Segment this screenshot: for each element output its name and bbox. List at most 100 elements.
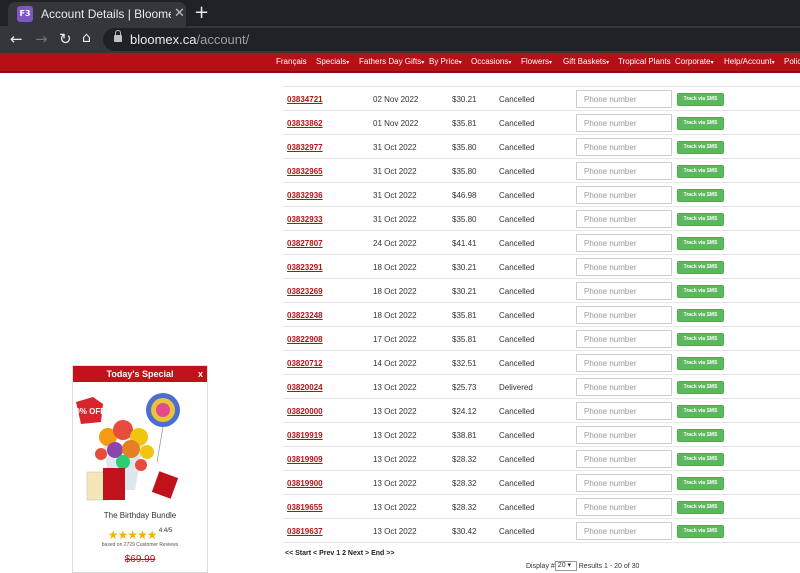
- star-icon: ★★★★★: [107, 528, 158, 542]
- track-via-sms-button[interactable]: Track via SMS: [677, 165, 724, 178]
- order-number-link[interactable]: 03833862: [287, 119, 323, 128]
- phone-number-input[interactable]: Phone number: [576, 354, 672, 372]
- close-icon[interactable]: x: [198, 366, 203, 382]
- table-row: 03819909 13 Oct 2022 $28.32 Cancelled Phone …: [283, 447, 800, 471]
- forward-arrow-icon[interactable]: →: [35, 30, 48, 48]
- new-tab-icon[interactable]: +: [194, 2, 209, 23]
- order-date: 13 Oct 2022: [373, 431, 417, 440]
- track-via-sms-button[interactable]: Track via SMS: [677, 525, 724, 538]
- reload-icon[interactable]: ↻: [59, 30, 72, 48]
- pager-end-link[interactable]: End >>: [371, 550, 394, 557]
- phone-number-input[interactable]: Phone number: [576, 450, 672, 468]
- product-name[interactable]: The Birthday Bundle: [73, 511, 207, 520]
- order-number-link[interactable]: 03827807: [287, 239, 323, 248]
- pager-next-link[interactable]: Next >: [348, 550, 369, 557]
- track-via-sms-button[interactable]: Track via SMS: [677, 429, 724, 442]
- phone-number-input[interactable]: Phone number: [576, 282, 672, 300]
- phone-number-input[interactable]: Phone number: [576, 234, 672, 252]
- order-number-link[interactable]: 03819909: [287, 455, 323, 464]
- phone-number-input[interactable]: Phone number: [576, 186, 672, 204]
- table-row: 03820024 13 Oct 2022 $25.73 Delivered Phone …: [283, 375, 800, 399]
- pager-prev-link[interactable]: < Prev: [313, 550, 334, 557]
- order-status: Cancelled: [499, 191, 535, 200]
- order-status: Cancelled: [499, 455, 535, 464]
- phone-number-input[interactable]: Phone number: [576, 522, 672, 540]
- order-status: Delivered: [499, 383, 533, 392]
- order-number-link[interactable]: 03819655: [287, 503, 323, 512]
- order-number-link[interactable]: 03832933: [287, 215, 323, 224]
- phone-number-input[interactable]: Phone number: [576, 90, 672, 108]
- site-favicon-icon: F3: [17, 6, 33, 22]
- order-amount: $32.51: [452, 359, 477, 368]
- phone-number-input[interactable]: Phone number: [576, 426, 672, 444]
- phone-number-input[interactable]: Phone number: [576, 162, 672, 180]
- track-via-sms-button[interactable]: Track via SMS: [677, 309, 724, 322]
- order-date: 18 Oct 2022: [373, 287, 417, 296]
- phone-number-input[interactable]: Phone number: [576, 114, 672, 132]
- track-via-sms-button[interactable]: Track via SMS: [677, 93, 724, 106]
- track-via-sms-button[interactable]: Track via SMS: [677, 213, 724, 226]
- order-number-link[interactable]: 03832965: [287, 167, 323, 176]
- track-via-sms-button[interactable]: Track via SMS: [677, 333, 724, 346]
- pager-page-2[interactable]: 2: [342, 550, 346, 557]
- order-number-link[interactable]: 03823248: [287, 311, 323, 320]
- browser-tab[interactable]: F3 Account Details | Bloomex Canada ✕: [8, 2, 186, 26]
- table-row: 03819655 13 Oct 2022 $28.32 Cancelled Phone …: [283, 495, 800, 519]
- order-number-link[interactable]: 03820000: [287, 407, 323, 416]
- order-number-link[interactable]: 03823291: [287, 263, 323, 272]
- order-number-link[interactable]: 03820712: [287, 359, 323, 368]
- order-number-link[interactable]: 03822908: [287, 335, 323, 344]
- track-via-sms-button[interactable]: Track via SMS: [677, 189, 724, 202]
- table-row: 03823269 18 Oct 2022 $30.21 Cancelled Phone …: [283, 279, 800, 303]
- order-number-link[interactable]: 03832936: [287, 191, 323, 200]
- order-number-link[interactable]: 03820024: [287, 383, 323, 392]
- order-status: Cancelled: [499, 359, 535, 368]
- track-via-sms-button[interactable]: Track via SMS: [677, 117, 724, 130]
- track-via-sms-button[interactable]: Track via SMS: [677, 141, 724, 154]
- order-number-link[interactable]: 03819900: [287, 479, 323, 488]
- tab-close-icon[interactable]: ✕: [174, 6, 185, 21]
- phone-number-input[interactable]: Phone number: [576, 474, 672, 492]
- phone-number-input[interactable]: Phone number: [576, 258, 672, 276]
- phone-number-input[interactable]: Phone number: [576, 306, 672, 324]
- order-date: 31 Oct 2022: [373, 143, 417, 152]
- order-date: 13 Oct 2022: [373, 527, 417, 536]
- track-via-sms-button[interactable]: Track via SMS: [677, 285, 724, 298]
- track-via-sms-button[interactable]: Track via SMS: [677, 453, 724, 466]
- phone-number-input[interactable]: Phone number: [576, 138, 672, 156]
- phone-number-input[interactable]: Phone number: [576, 330, 672, 348]
- table-row: 03834721 02 Nov 2022 $30.21 Cancelled Phone …: [283, 87, 800, 111]
- track-via-sms-button[interactable]: Track via SMS: [677, 261, 724, 274]
- display-select[interactable]: 20 ▾: [554, 561, 577, 571]
- order-number-link[interactable]: 03834721: [287, 95, 323, 104]
- pager-start-link[interactable]: << Start: [285, 550, 311, 557]
- track-via-sms-button[interactable]: Track via SMS: [677, 357, 724, 370]
- order-status: Cancelled: [499, 479, 535, 488]
- phone-number-input[interactable]: Phone number: [576, 402, 672, 420]
- order-number-link[interactable]: 03832977: [287, 143, 323, 152]
- url-text: bloomex.ca/account/: [130, 32, 250, 47]
- back-arrow-icon[interactable]: ←: [10, 30, 23, 48]
- phone-number-input[interactable]: Phone number: [576, 210, 672, 228]
- order-status: Cancelled: [499, 311, 535, 320]
- order-number-link[interactable]: 03819637: [287, 527, 323, 536]
- pager-page-1[interactable]: 1: [336, 550, 340, 557]
- product-image[interactable]: 50% OFF: [73, 382, 207, 507]
- track-via-sms-button[interactable]: Track via SMS: [677, 501, 724, 514]
- track-via-sms-button[interactable]: Track via SMS: [677, 405, 724, 418]
- track-via-sms-button[interactable]: Track via SMS: [677, 381, 724, 394]
- table-row: [283, 63, 800, 87]
- phone-number-input[interactable]: Phone number: [576, 378, 672, 396]
- home-icon[interactable]: ⌂: [82, 30, 91, 46]
- todays-special-panel: Today's Special x 50% OFF The Birthday B…: [72, 365, 208, 573]
- phone-number-input[interactable]: Phone number: [576, 498, 672, 516]
- order-amount: $30.21: [452, 95, 477, 104]
- track-via-sms-button[interactable]: Track via SMS: [677, 237, 724, 250]
- order-date: 18 Oct 2022: [373, 263, 417, 272]
- address-bar[interactable]: bloomex.ca/account/: [103, 28, 800, 51]
- order-number-link[interactable]: 03823269: [287, 287, 323, 296]
- order-number-link[interactable]: 03819919: [287, 431, 323, 440]
- table-row: 03832936 31 Oct 2022 $46.98 Cancelled Phone …: [283, 183, 800, 207]
- track-via-sms-button[interactable]: Track via SMS: [677, 477, 724, 490]
- table-row: 03819900 13 Oct 2022 $28.32 Cancelled Phone …: [283, 471, 800, 495]
